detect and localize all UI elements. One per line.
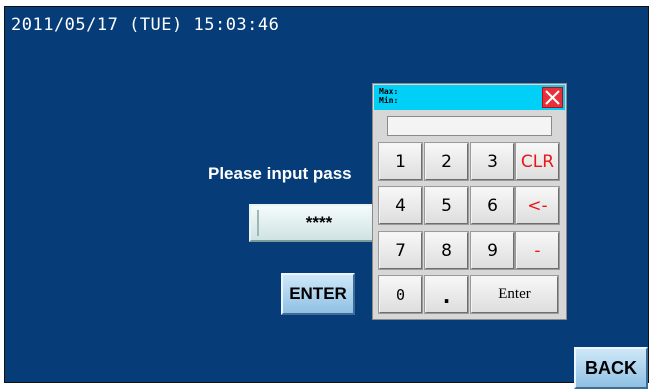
- key-decimal[interactable]: .: [424, 275, 469, 314]
- key-4[interactable]: 4: [378, 186, 423, 225]
- key-backspace[interactable]: <-: [515, 186, 560, 225]
- datetime-display: 2011/05/17 (TUE) 15:03:46: [11, 15, 280, 35]
- max-label: Max:: [379, 87, 399, 96]
- key-0[interactable]: 0: [378, 275, 423, 314]
- password-prompt: Please input pass: [208, 164, 352, 183]
- key-7[interactable]: 7: [378, 231, 423, 270]
- close-icon[interactable]: [542, 87, 563, 108]
- field-edge: [257, 210, 259, 236]
- enter-button[interactable]: ENTER: [281, 273, 355, 315]
- key-6[interactable]: 6: [470, 186, 515, 225]
- min-label: Min:: [379, 96, 399, 105]
- key-5[interactable]: 5: [424, 186, 469, 225]
- back-button[interactable]: BACK: [574, 347, 648, 389]
- key-1[interactable]: 1: [378, 142, 423, 181]
- password-field[interactable]: ****: [249, 204, 389, 242]
- close-x-icon: [545, 90, 560, 105]
- key-2[interactable]: 2: [424, 142, 469, 181]
- keypad-titlebar: Max: Min:: [374, 85, 565, 110]
- keypad-display: [387, 116, 552, 136]
- key-enter[interactable]: Enter: [470, 275, 559, 314]
- key-8[interactable]: 8: [424, 231, 469, 270]
- key-minus[interactable]: -: [515, 231, 560, 270]
- keypad-limits: Max: Min:: [379, 87, 398, 105]
- key-9[interactable]: 9: [470, 231, 515, 270]
- key-3[interactable]: 3: [470, 142, 515, 181]
- password-value: ****: [305, 213, 333, 232]
- numeric-keypad: Max: Min: 1 2 3 CLR 4 5 6 <- 7 8 9 - 0 .…: [372, 83, 567, 320]
- key-clear[interactable]: CLR: [515, 142, 560, 181]
